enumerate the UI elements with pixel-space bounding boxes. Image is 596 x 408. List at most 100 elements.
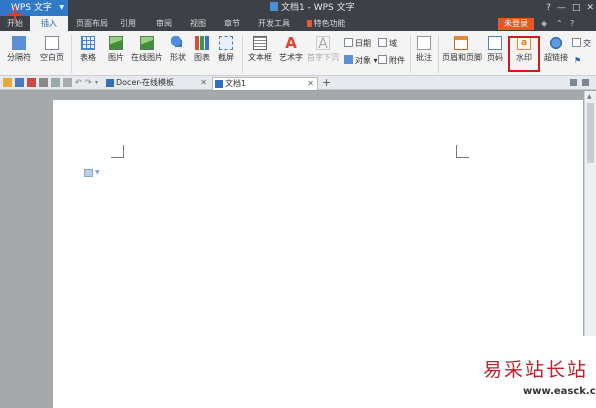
attachment-button[interactable]: 附件	[378, 55, 405, 66]
blank-page-label: 空白页	[40, 53, 64, 62]
page-break-button[interactable]: 分隔符	[4, 36, 34, 63]
tab-special-features[interactable]: 特色功能	[302, 16, 350, 31]
tab-references[interactable]: 引用	[116, 16, 140, 31]
close-icon[interactable]: ✕	[307, 78, 314, 90]
table-button[interactable]: 表格	[76, 36, 100, 63]
screenshot-label: 截屏	[218, 53, 234, 62]
paragraph-icon[interactable]	[84, 169, 93, 177]
open-icon[interactable]	[3, 78, 12, 87]
comment-button[interactable]: 批注	[414, 36, 434, 63]
save-icon[interactable]	[15, 78, 24, 87]
tab-developer[interactable]: 开发工具	[254, 16, 294, 31]
header-footer-label: 页眉和页脚	[442, 53, 482, 62]
shapes-icon	[171, 36, 185, 50]
textbox-button[interactable]: 文本框	[246, 36, 274, 63]
minimize-button[interactable]: —	[557, 0, 566, 16]
page-number-button[interactable]: 页码	[484, 36, 506, 63]
close-button[interactable]: ✕	[586, 0, 594, 16]
dropcap-icon: A	[316, 36, 330, 51]
ribbon-separator	[242, 35, 243, 73]
object-label: 对象	[355, 56, 371, 65]
date-button[interactable]: 日期	[344, 38, 371, 49]
chart-icon	[195, 36, 209, 50]
textbox-label: 文本框	[248, 53, 272, 62]
watermark-site-url: www.easck.com	[523, 386, 596, 397]
chevron-down-icon[interactable]: ▼	[95, 169, 100, 176]
collapse-ribbon-icon[interactable]: ⌃	[556, 17, 563, 30]
online-picture-icon	[140, 36, 154, 50]
pdf-icon[interactable]	[27, 78, 36, 87]
help-icon[interactable]: ?	[570, 17, 574, 30]
field-button[interactable]: 域	[378, 38, 397, 49]
tab-insert[interactable]: 插入	[30, 16, 68, 31]
ribbon-separator	[71, 35, 72, 73]
skin-icon[interactable]: ◈	[541, 17, 547, 30]
dropcap-label: 首字下沉	[307, 53, 339, 62]
crossref-button[interactable]: 交	[572, 38, 591, 49]
tab-review[interactable]: 审阅	[152, 16, 176, 31]
online-picture-label: 在线图片	[131, 53, 163, 62]
online-picture-button[interactable]: 在线图片	[131, 36, 163, 63]
page-break-label: 分隔符	[7, 53, 31, 62]
watermark-site-name: 易采站长站	[483, 359, 589, 381]
header-footer-button[interactable]: 页眉和页脚	[442, 36, 482, 63]
hyperlink-button[interactable]: 超链接	[543, 36, 569, 63]
doc-tab-document1-label: 文档1	[225, 79, 247, 88]
document-icon	[270, 2, 278, 11]
ribbon-separator	[438, 35, 439, 73]
tab-chapters[interactable]: 章节	[220, 16, 244, 31]
close-icon[interactable]: ✕	[200, 77, 207, 89]
maximize-button[interactable]: □	[572, 0, 581, 16]
help-button[interactable]: ?	[546, 0, 551, 16]
table-icon	[81, 36, 95, 50]
preview-icon[interactable]	[51, 78, 60, 87]
picture-label: 图片	[108, 53, 124, 62]
field-label: 域	[389, 39, 397, 48]
object-button[interactable]: 对象 ▾	[344, 55, 378, 66]
tab-page-layout[interactable]: 页面布局	[72, 16, 112, 31]
date-label: 日期	[355, 39, 371, 48]
shapes-label: 形状	[170, 53, 186, 62]
window-title-text: 文档1 - WPS 文字	[281, 3, 355, 13]
blank-page-button[interactable]: 空白页	[38, 36, 66, 63]
margin-corner-top-left	[111, 145, 124, 158]
object-icon	[344, 55, 353, 64]
chevron-down-icon: ▼	[59, 4, 64, 11]
doc-tab-docer[interactable]: Docer-在线模板 ✕	[104, 77, 210, 90]
doc-tab-document1[interactable]: 文档1 ✕	[212, 77, 318, 90]
ribbon-insert: 分隔符 空白页 表格 图片 在线图片 形状 图表 截屏 文本框 A 艺术字 A …	[0, 31, 596, 76]
crossref-label: 交	[583, 39, 591, 48]
wordart-label: 艺术字	[279, 53, 303, 62]
shapes-button[interactable]: 形状	[166, 36, 190, 63]
format-painter-icon[interactable]	[63, 78, 72, 87]
dropcap-button[interactable]: A 首字下沉	[306, 36, 340, 63]
calendar-icon	[344, 38, 353, 47]
picture-button[interactable]: 图片	[104, 36, 128, 63]
screenshot-button[interactable]: 截屏	[214, 36, 238, 63]
chart-button[interactable]: 图表	[192, 36, 212, 63]
hyperlink-label: 超链接	[544, 53, 568, 62]
screenshot-icon	[219, 36, 233, 50]
window-controls: ? — □ ✕	[546, 0, 594, 16]
undo-icon[interactable]: ↶	[75, 78, 84, 87]
header-footer-icon	[454, 36, 468, 50]
document-tabs-bar: ↶ ↷ ▾ Docer-在线模板 ✕ 文档1 ✕ +	[0, 76, 596, 90]
print-icon[interactable]	[39, 78, 48, 87]
wordart-button[interactable]: A 艺术字	[278, 36, 304, 63]
scrollbar-thumb[interactable]	[587, 103, 594, 163]
customize-quick-access-icon[interactable]: ▾	[95, 78, 104, 87]
comment-icon	[417, 36, 431, 50]
login-button[interactable]: 未登录	[498, 18, 534, 30]
bookmark-flag-icon[interactable]: ⚑	[574, 55, 581, 66]
redo-icon[interactable]: ↷	[85, 78, 94, 87]
crossref-icon	[572, 38, 581, 47]
scroll-up-icon[interactable]: ▲	[587, 93, 592, 100]
link-icon	[549, 36, 563, 50]
docer-icon	[106, 79, 114, 87]
tab-settings-icon[interactable]	[582, 79, 589, 86]
blank-page-icon	[45, 36, 59, 50]
tab-view[interactable]: 视图	[186, 16, 210, 31]
new-tab-button[interactable]: +	[322, 76, 331, 89]
tab-list-icon[interactable]	[570, 79, 577, 86]
chart-label: 图表	[194, 53, 210, 62]
